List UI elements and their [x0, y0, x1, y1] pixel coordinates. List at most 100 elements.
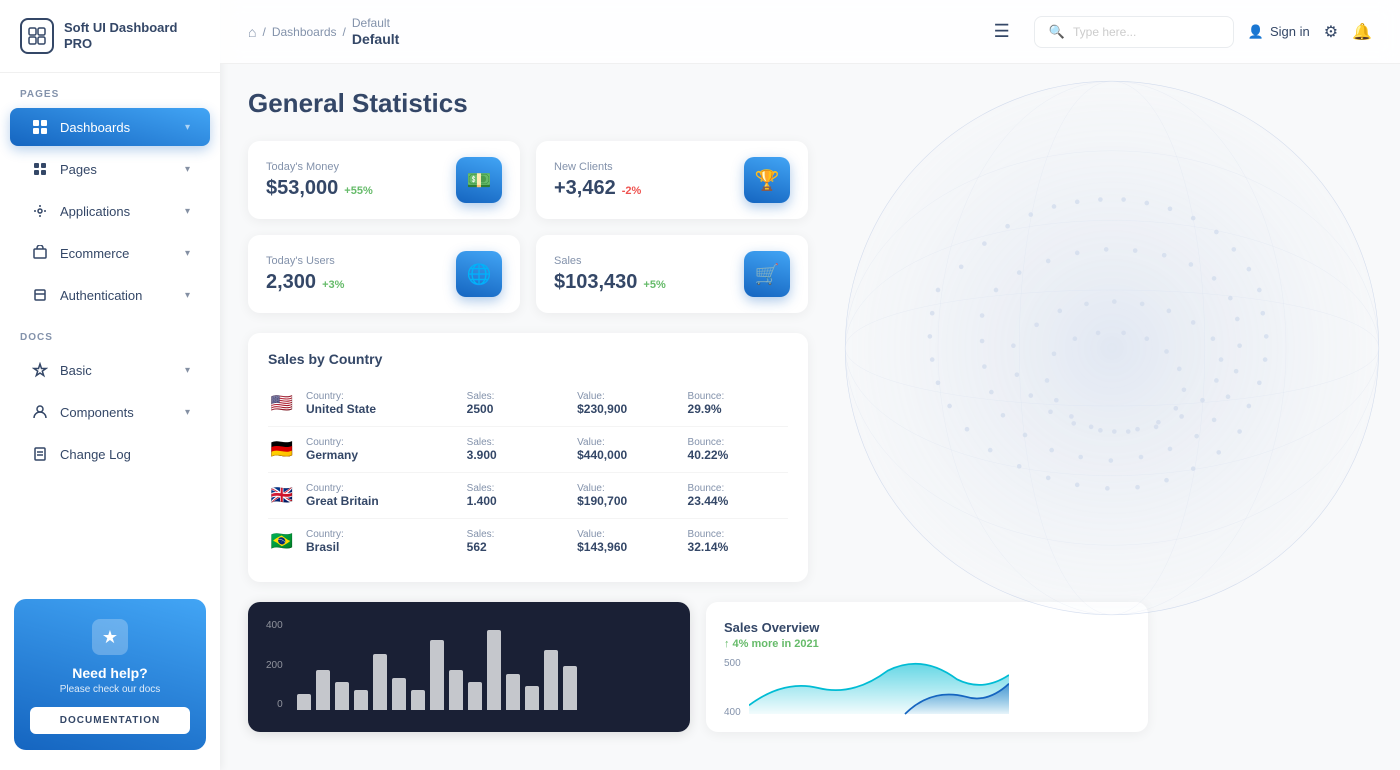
menu-icon[interactable]: ☰ [994, 21, 1010, 42]
y-label-400: 400 [266, 620, 283, 631]
y-label-200: 200 [266, 660, 283, 671]
stat-money-value: $53,000 [266, 177, 338, 200]
docs-section-label: DOCS [0, 316, 220, 349]
chevron-down-icon: ▾ [185, 290, 190, 301]
flag-us: 🇺🇸 [268, 394, 296, 414]
pages-icon [30, 159, 50, 179]
search-icon: 🔍 [1049, 24, 1065, 40]
bar [335, 682, 349, 710]
country-name-br: Brasil [306, 540, 457, 554]
sidebar-changelog-label: Change Log [60, 447, 131, 462]
col-label-sales: Sales: [467, 391, 567, 402]
documentation-button[interactable]: DOCUMENTATION [30, 707, 190, 734]
bar [544, 650, 558, 710]
search-box[interactable]: 🔍 Type here... [1034, 16, 1234, 48]
signin-button[interactable]: 👤 Sign in [1248, 24, 1310, 40]
col-label-value: Value: [577, 391, 677, 402]
sales-overview-subtitle: ↑ 4% more in 2021 [724, 638, 1130, 650]
sales-by-country-card: Sales by Country 🇺🇸 Country: United Stat… [248, 333, 808, 582]
sidebar-item-components[interactable]: Components ▾ [10, 393, 210, 431]
sidebar-item-pages[interactable]: Pages ▾ [10, 150, 210, 188]
bounce-us: 29.9% [688, 402, 788, 416]
stat-card-clients: New Clients +3,462 -2% 🏆 [536, 141, 808, 219]
bar [449, 670, 463, 710]
bar [373, 654, 387, 710]
breadcrumb-parent: Dashboards [272, 25, 337, 39]
sales-overview-chart [749, 658, 1009, 718]
stat-clients-icon: 🏆 [744, 157, 790, 203]
table-row: 🇧🇷 Country: Brasil Sales: 562 Value: $14… [268, 519, 788, 564]
sidebar-item-changelog[interactable]: Change Log [10, 435, 210, 473]
stat-users-change: +3% [322, 279, 344, 291]
stat-clients-change: -2% [622, 185, 642, 197]
pages-section-label: PAGES [0, 73, 220, 106]
sidebar-pages-label: Pages [60, 162, 97, 177]
globe-decoration [822, 64, 1400, 638]
country-name-us: United State [306, 402, 457, 416]
flag-gb: 🇬🇧 [268, 486, 296, 506]
stat-money-label: Today's Money [266, 161, 373, 173]
components-icon [30, 402, 50, 422]
changelog-icon [30, 444, 50, 464]
country-name-de: Germany [306, 448, 457, 462]
sidebar-applications-label: Applications [60, 204, 130, 219]
chevron-down-icon: ▾ [185, 407, 190, 418]
sidebar-item-applications[interactable]: Applications ▾ [10, 192, 210, 230]
help-card: ★ Need help? Please check our docs DOCUM… [14, 599, 206, 750]
sidebar-item-dashboards[interactable]: Dashboards ▾ [10, 108, 210, 146]
breadcrumb-separator-2: / [343, 25, 346, 39]
sidebar-item-basic[interactable]: Basic ▾ [10, 351, 210, 389]
help-title: Need help? [30, 665, 190, 681]
bar [392, 678, 406, 710]
bar [316, 670, 330, 710]
sidebar: Soft UI Dashboard PRO PAGES Dashboards ▾… [0, 0, 220, 770]
sales-gb: 1.400 [467, 494, 567, 508]
stat-sales-icon: 🛒 [744, 251, 790, 297]
chevron-down-icon: ▾ [185, 365, 190, 376]
chevron-down-icon: ▾ [185, 164, 190, 175]
bounce-de: 40.22% [688, 448, 788, 462]
bar [506, 674, 520, 710]
bell-icon[interactable]: 🔔 [1352, 22, 1372, 42]
topbar-right: 🔍 Type here... 👤 Sign in ⚙ 🔔 [1034, 16, 1372, 48]
bottom-charts-row: 400 200 0 Sales Overview ↑ 4% more in 20… [248, 602, 1148, 732]
stat-clients-value: +3,462 [554, 177, 616, 200]
stat-clients-label: New Clients [554, 161, 641, 173]
home-icon[interactable]: ⌂ [248, 24, 256, 40]
sales-br: 562 [467, 540, 567, 554]
table-row: 🇩🇪 Country: Germany Sales: 3.900 Value: … [268, 427, 788, 473]
y-axis-labels: 400 200 0 [266, 620, 283, 710]
sales-overview-title: Sales Overview [724, 620, 1130, 635]
flag-br: 🇧🇷 [268, 532, 296, 552]
breadcrumb-separator: / [262, 25, 265, 39]
table-row: 🇬🇧 Country: Great Britain Sales: 1.400 V… [268, 473, 788, 519]
flag-de: 🇩🇪 [268, 440, 296, 460]
bounce-br: 32.14% [688, 540, 788, 554]
sidebar-item-authentication[interactable]: Authentication ▾ [10, 276, 210, 314]
sidebar-ecommerce-label: Ecommerce [60, 246, 129, 261]
logo-text: Soft UI Dashboard PRO [64, 20, 200, 51]
settings-icon[interactable]: ⚙ [1324, 22, 1338, 42]
stat-card-money: Today's Money $53,000 +55% 💵 [248, 141, 520, 219]
breadcrumb: ⌂ / Dashboards / Default Default [248, 16, 978, 47]
chevron-down-icon: ▾ [185, 206, 190, 217]
stat-users-icon: 🌐 [456, 251, 502, 297]
bar [563, 666, 577, 710]
sales-us: 2500 [467, 402, 567, 416]
bar [468, 682, 482, 710]
sales-de: 3.900 [467, 448, 567, 462]
value-gb: $190,700 [577, 494, 677, 508]
page-title-breadcrumb: Default [352, 31, 399, 47]
bar [525, 686, 539, 710]
topbar: ⌂ / Dashboards / Default Default ☰ 🔍 Typ… [220, 0, 1400, 64]
authentication-icon [30, 285, 50, 305]
sidebar-dashboards-label: Dashboards [60, 120, 130, 135]
basic-icon [30, 360, 50, 380]
value-us: $230,900 [577, 402, 677, 416]
main-area: ⌂ / Dashboards / Default Default ☰ 🔍 Typ… [220, 0, 1400, 770]
sidebar-components-label: Components [60, 405, 134, 420]
breadcrumb-current-text: Default [352, 16, 399, 30]
stat-sales-value: $103,430 [554, 271, 637, 294]
user-icon: 👤 [1248, 24, 1264, 40]
sidebar-item-ecommerce[interactable]: Ecommerce ▾ [10, 234, 210, 272]
